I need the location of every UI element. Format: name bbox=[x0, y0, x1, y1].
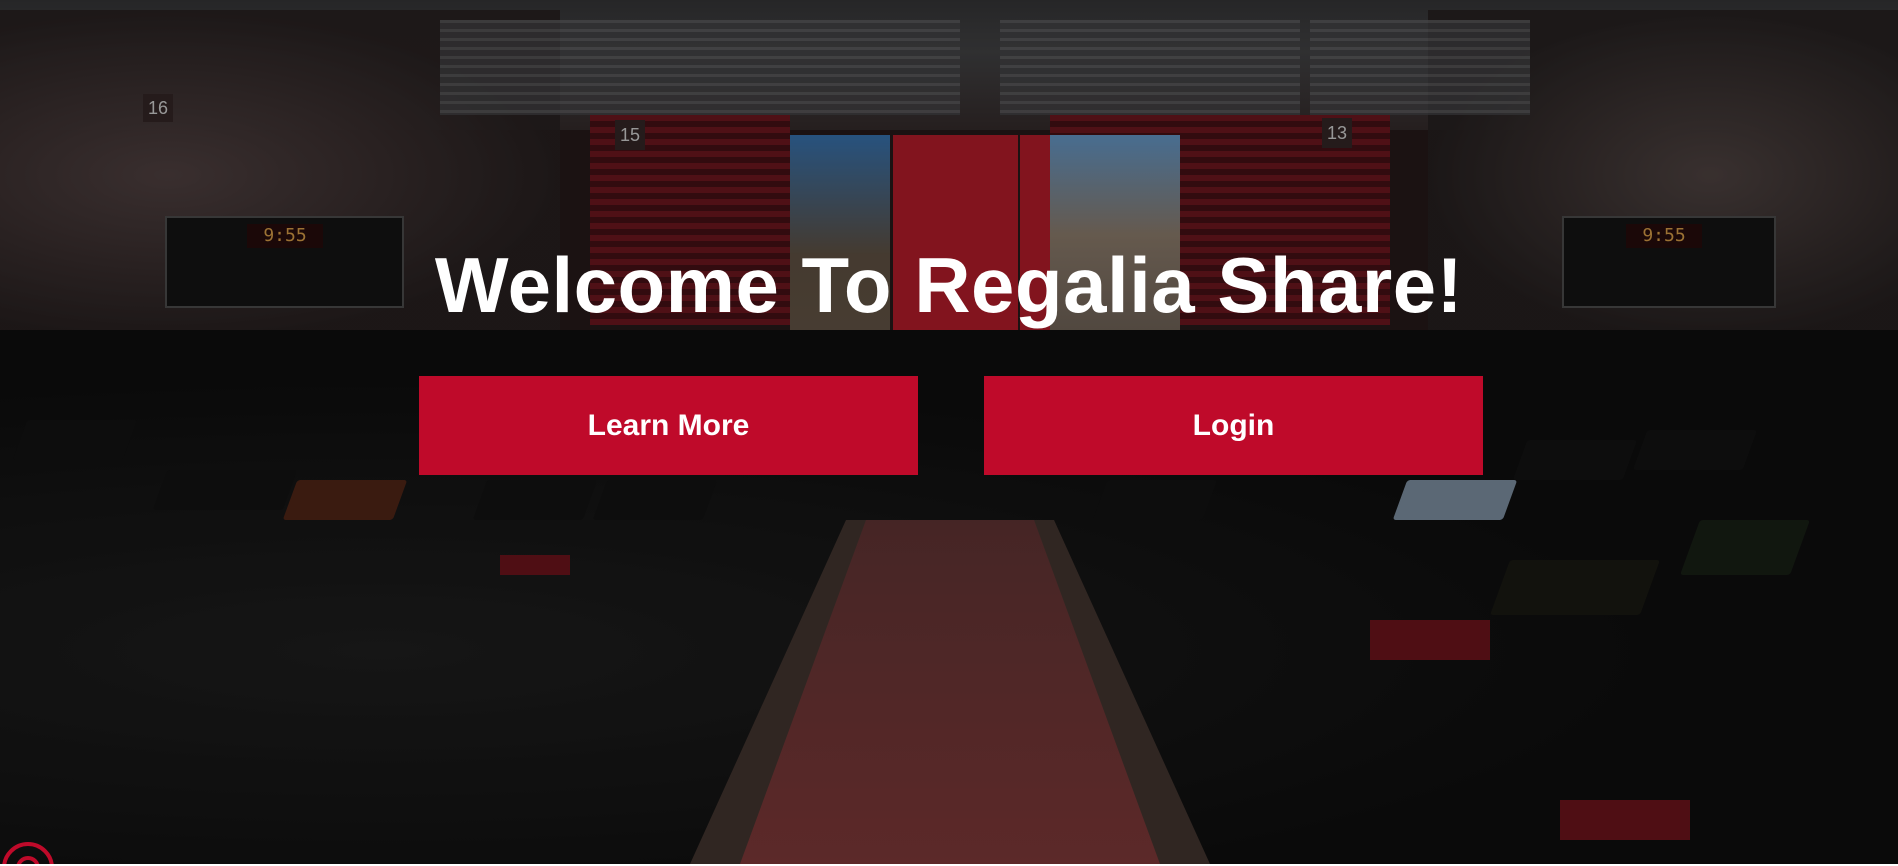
page-title: Welcome To Regalia Share! bbox=[434, 241, 1464, 329]
learn-more-button[interactable]: Learn More bbox=[419, 376, 918, 475]
hero-section: 16 15 13 9:55 9:55 Welcome To Regalia Sh… bbox=[0, 0, 1898, 864]
login-button[interactable]: Login bbox=[984, 376, 1483, 475]
dark-overlay bbox=[0, 0, 1898, 864]
